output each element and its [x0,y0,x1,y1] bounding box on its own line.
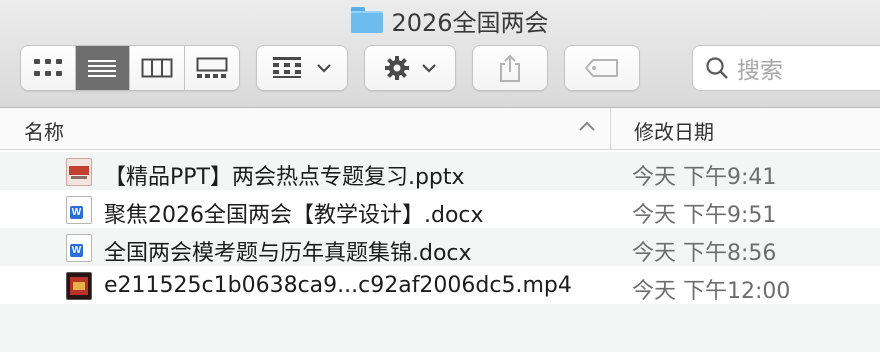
search-placeholder: 搜索 [737,58,783,84]
file-name: e211525c1b0638ca9...c92af2006dc5.mp4 [104,273,572,298]
column-header-name[interactable]: 名称 [24,116,64,145]
sort-ascending-icon[interactable] [578,120,596,132]
share-icon [500,54,520,82]
file-date: 今天 下午12:00 [632,279,791,304]
gallery-view-button[interactable] [185,46,240,90]
mp4-file-icon [66,272,92,300]
icon-view-button[interactable] [21,46,76,90]
search-icon [706,57,728,79]
column-header-date-modified[interactable]: 修改日期 [634,116,714,145]
search-field[interactable]: 搜索 [692,45,880,91]
docx-file-icon: W [66,196,92,224]
file-row[interactable]: 【精品PPT】两会热点专题复习.pptx 今天 下午9:41 [0,152,880,190]
column-view-button[interactable] [130,46,185,90]
share-button[interactable] [472,45,548,91]
file-date: 今天 下午8:56 [632,241,777,266]
file-row[interactable]: e211525c1b0638ca9...c92af2006dc5.mp4 今天 … [0,266,880,304]
empty-row [0,304,880,352]
group-by-button[interactable] [256,45,348,91]
column-divider[interactable] [610,108,611,150]
list-view-button[interactable] [75,46,130,90]
columns-icon [141,58,173,78]
grid-icon [33,59,62,76]
column-header-row: 名称 修改日期 [0,108,880,150]
folder-icon [351,7,384,33]
file-name: 聚焦2026全国两会【教学设计】.docx [104,203,484,228]
file-date: 今天 下午9:41 [632,165,777,190]
file-row[interactable]: W 全国两会模考题与历年真题集锦.docx 今天 下午8:56 [0,228,880,266]
pptx-file-icon [66,158,92,186]
window-title: 2026全国两会 [391,8,549,37]
file-row[interactable]: W 聚焦2026全国两会【教学设计】.docx 今天 下午9:51 [0,190,880,228]
view-switcher [20,45,240,91]
docx-file-icon: W [66,234,92,262]
file-name: 【精品PPT】两会热点专题复习.pptx [104,165,465,190]
chevron-down-icon [317,64,331,73]
toolbar: 2026全国两会 搜索 [0,0,880,108]
gear-icon [385,56,409,80]
action-menu-button[interactable] [364,45,456,91]
list-icon [88,60,117,77]
gallery-icon [196,57,228,78]
tag-icon [585,59,618,77]
file-name: 全国两会模考题与历年真题集锦.docx [104,241,472,266]
title-bar: 2026全国两会 [0,0,880,40]
file-date: 今天 下午9:51 [632,203,777,228]
tags-button[interactable] [564,45,640,91]
group-grid-icon [273,57,301,78]
chevron-down-icon [422,64,436,73]
